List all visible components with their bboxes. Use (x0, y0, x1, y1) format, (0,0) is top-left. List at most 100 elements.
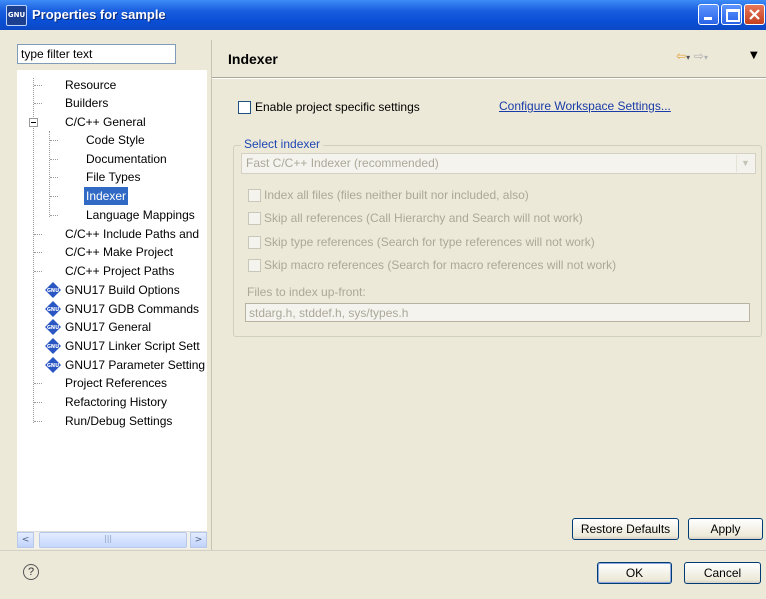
tree-item-label: Run/Debug Settings (65, 414, 173, 428)
back-arrow-icon[interactable]: ⇦ (676, 49, 686, 63)
tree-item-label: GNU17 Linker Script Sett (65, 339, 200, 353)
forward-arrow-icon[interactable]: ⇨ (694, 49, 704, 63)
svg-text:GNU: GNU (47, 363, 59, 369)
select-indexer-legend: Select indexer (241, 137, 324, 151)
tree-item-label: C/C++ Project Paths (65, 264, 175, 278)
tree-item-label: GNU17 General (65, 320, 152, 334)
page-title: Indexer (228, 51, 278, 67)
scroll-right-icon[interactable]: > (190, 532, 207, 548)
tree-item-label: C/C++ Make Project (65, 245, 174, 259)
tree-item-cpp-make-project[interactable]: C/C++ Make Project (17, 243, 207, 261)
cancel-button[interactable]: Cancel (684, 562, 761, 584)
index-all-files-label: Index all files (files neither built nor… (264, 188, 529, 202)
window-title: Properties for sample (32, 7, 166, 22)
svg-text:GNU: GNU (47, 325, 59, 331)
tree-item-label: Language Mappings (86, 208, 195, 222)
tree-connector (34, 383, 42, 384)
maximize-icon (726, 9, 740, 22)
tree-item-builders[interactable]: Builders (17, 94, 207, 112)
tree-connector (34, 85, 42, 86)
page-navigation: ⇦▾ ⇨▾ (676, 49, 708, 63)
gnu-icon: GNU (45, 319, 61, 335)
help-icon[interactable]: ? (23, 564, 39, 580)
skip-macro-references-checkbox[interactable] (248, 259, 261, 272)
minimize-icon (704, 17, 712, 20)
chevron-down-icon[interactable]: ▼ (736, 155, 754, 172)
tree-item-gnu17-gdb-commands[interactable]: GNU GNU17 GDB Commands (17, 300, 207, 318)
collapse-icon[interactable] (29, 118, 38, 127)
tree-connector (34, 421, 42, 422)
scroll-thumb[interactable] (39, 532, 187, 548)
tree-item-cpp-project-paths[interactable]: C/C++ Project Paths (17, 262, 207, 280)
tree-item-run-debug-settings[interactable]: Run/Debug Settings (17, 412, 207, 430)
tree-item-cpp-general[interactable]: C/C++ General (17, 113, 207, 131)
properties-dialog: GNU Properties for sample Resource Build… (0, 0, 766, 599)
tree-connector (50, 196, 58, 197)
tree-item-indexer[interactable]: Indexer (17, 187, 207, 205)
tree-connector (34, 271, 42, 272)
tree-item-resource[interactable]: Resource (17, 76, 207, 94)
tree-item-label: Indexer (84, 187, 129, 205)
close-button[interactable] (744, 4, 765, 25)
property-tree[interactable]: Resource Builders C/C++ General Code Sty… (17, 70, 207, 531)
tree-item-label: GNU17 Parameter Setting (65, 358, 206, 372)
indexer-combo-value: Fast C/C++ Indexer (recommended) (246, 156, 439, 170)
filter-input[interactable] (17, 44, 176, 64)
tree-item-gnu17-parameter-setting[interactable]: GNU GNU17 Parameter Setting (17, 356, 207, 374)
tree-item-label: Project References (65, 376, 168, 390)
tree-item-file-types[interactable]: File Types (17, 168, 207, 186)
gnu-icon: GNU (45, 338, 61, 354)
tree-item-gnu17-build-options[interactable]: GNU GNU17 Build Options (17, 281, 207, 299)
tree-item-language-mappings[interactable]: Language Mappings (17, 206, 207, 224)
tree-item-label: C/C++ Include Paths and (65, 227, 200, 241)
indexer-combo[interactable]: Fast C/C++ Indexer (recommended) ▼ (241, 153, 756, 174)
minimize-button[interactable] (698, 4, 719, 25)
title-bar[interactable]: GNU Properties for sample (0, 0, 766, 30)
close-icon (749, 9, 760, 20)
tree-item-label: GNU17 GDB Commands (65, 302, 200, 316)
forward-dropdown-icon[interactable]: ▾ (704, 53, 708, 62)
svg-text:GNU: GNU (47, 307, 59, 313)
tree-item-label: Resource (65, 78, 117, 92)
apply-button[interactable]: Apply (688, 518, 763, 540)
panel-sash[interactable] (211, 40, 212, 550)
skip-all-references-checkbox[interactable] (248, 212, 261, 225)
tree-item-label: Builders (65, 96, 109, 110)
skip-macro-references-label: Skip macro references (Search for macro … (264, 258, 617, 272)
ok-button[interactable]: OK (597, 562, 672, 584)
tree-item-gnu17-linker-script[interactable]: GNU GNU17 Linker Script Sett (17, 337, 207, 355)
skip-type-references-label: Skip type references (Search for type re… (264, 235, 595, 249)
index-all-files-checkbox[interactable] (248, 189, 261, 202)
tree-connector (50, 215, 58, 216)
tree-item-gnu17-general[interactable]: GNU GNU17 General (17, 318, 207, 336)
gnu-icon: GNU (45, 282, 61, 298)
restore-defaults-button[interactable]: Restore Defaults (572, 518, 679, 540)
maximize-button[interactable] (721, 4, 742, 25)
skip-type-references-checkbox[interactable] (248, 236, 261, 249)
tree-horizontal-scrollbar[interactable]: < > (17, 531, 207, 549)
enable-project-settings-checkbox[interactable] (238, 101, 251, 114)
tree-item-label: C/C++ General (65, 115, 146, 129)
tree-item-label: GNU17 Build Options (65, 283, 180, 297)
scroll-left-icon[interactable]: < (17, 532, 34, 548)
tree-item-cpp-include-paths[interactable]: C/C++ Include Paths and (17, 225, 207, 243)
tree-item-code-style[interactable]: Code Style (17, 131, 207, 149)
tree-item-refactoring-history[interactable]: Refactoring History (17, 393, 207, 411)
gnu-icon: GNU (45, 301, 61, 317)
tree-connector (34, 252, 42, 253)
view-menu-icon[interactable]: ▼ (750, 50, 758, 61)
tree-connector (50, 140, 58, 141)
header-divider (212, 77, 766, 79)
tree-item-project-references[interactable]: Project References (17, 374, 207, 392)
svg-text:GNU: GNU (47, 344, 59, 350)
configure-workspace-link[interactable]: Configure Workspace Settings... (499, 99, 671, 113)
files-to-index-field[interactable] (245, 303, 750, 322)
tree-connector (34, 402, 42, 403)
tree-item-label: Refactoring History (65, 395, 168, 409)
tree-connector (34, 103, 42, 104)
tree-item-documentation[interactable]: Documentation (17, 150, 207, 168)
enable-project-settings-label[interactable]: Enable project specific settings (255, 100, 420, 114)
tree-item-label: Code Style (86, 133, 145, 147)
tree-connector (34, 234, 42, 235)
back-dropdown-icon[interactable]: ▾ (686, 53, 690, 62)
